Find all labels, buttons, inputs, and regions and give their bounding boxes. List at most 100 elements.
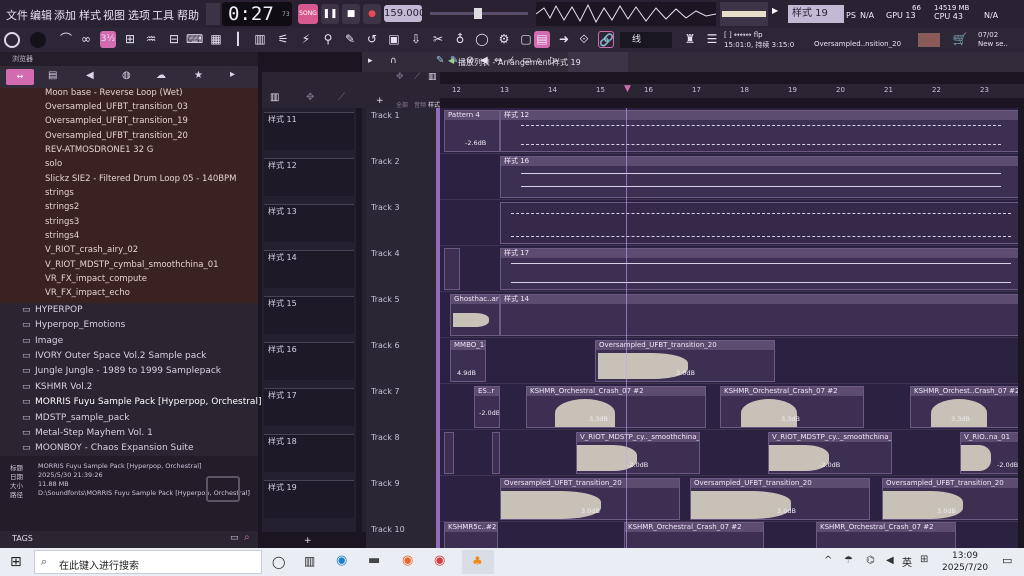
- file-item[interactable]: Moon base - Reverse Loop (Wet): [45, 88, 183, 98]
- browser-tab-project-icon[interactable]: ▤: [48, 70, 57, 81]
- magnet-icon[interactable]: ∩: [390, 56, 397, 66]
- clip[interactable]: MMBO_14 4.9dB: [450, 340, 486, 382]
- menu-file[interactable]: 文件: [6, 7, 28, 23]
- render-icon[interactable]: ⇩: [408, 31, 424, 48]
- folder-item[interactable]: KSHMR Vol.2: [35, 382, 92, 392]
- playlist-scrollbar[interactable]: [1018, 108, 1024, 548]
- folder-item[interactable]: Metal-Step Mayhem Vol. 1: [35, 428, 153, 438]
- record-button[interactable]: ●: [363, 4, 381, 24]
- file-item[interactable]: strings4: [45, 231, 79, 241]
- picker-pattern[interactable]: 样式 13: [264, 204, 354, 242]
- folder-item[interactable]: HYPERPOP: [35, 305, 83, 315]
- picker-pattern[interactable]: 样式 11: [264, 112, 354, 150]
- plugin-icon[interactable]: ⚡: [298, 31, 314, 48]
- chat-icon[interactable]: ◯: [474, 31, 490, 48]
- file-item[interactable]: strings3: [45, 217, 79, 227]
- stamp-icon[interactable]: ♜: [682, 31, 698, 48]
- cut-icon[interactable]: ✂: [430, 31, 446, 48]
- loop-record-icon[interactable]: ⊞: [122, 31, 138, 48]
- browser-tab-star-icon[interactable]: ★: [194, 70, 203, 81]
- channel-rack-icon[interactable]: ▥: [252, 31, 268, 48]
- playlist-play-icon[interactable]: ◀: [448, 56, 454, 65]
- link-icon[interactable]: 🔗: [598, 31, 614, 48]
- file-item[interactable]: strings2: [45, 202, 79, 212]
- tray-up-icon[interactable]: ^: [824, 555, 832, 566]
- picker-pattern[interactable]: 样式 17: [264, 388, 354, 426]
- ime-indicator[interactable]: 英: [902, 554, 912, 569]
- file-item[interactable]: REV-ATMOSDRONE1 32 G: [45, 145, 153, 155]
- save-icon[interactable]: ▣: [386, 31, 402, 48]
- news-text[interactable]: New se..: [978, 40, 1008, 48]
- file-item[interactable]: V_RIOT_MDSTP_cymbal_smoothchina_01: [45, 260, 219, 270]
- clip[interactable]: ES..r -2.0dB: [474, 386, 500, 428]
- clip[interactable]: 样式 14: [500, 294, 1024, 336]
- arrow-icon[interactable]: ✥: [306, 92, 314, 103]
- menu-add[interactable]: 添加: [54, 7, 76, 23]
- mixer-icon[interactable]: ⚟: [275, 31, 291, 48]
- file-item[interactable]: Oversampled_UFBT_transition_19: [45, 116, 188, 126]
- browser-tab-more-icon[interactable]: ▸: [230, 69, 252, 85]
- playlist-pattern[interactable]: 样式 19: [552, 57, 581, 68]
- clip[interactable]: V_RIO..na_01 -2.0dB: [960, 432, 1024, 474]
- master-pitch-slider[interactable]: [430, 8, 528, 19]
- track-lane[interactable]: [440, 430, 1024, 476]
- piano-roll-icon[interactable]: ┃: [230, 31, 246, 48]
- prev-pattern-icon[interactable]: ▶: [772, 6, 782, 22]
- snap-toggle-button[interactable]: ▤: [534, 31, 550, 48]
- folder-item[interactable]: Jungle Jungle - 1989 to 1999 Samplepack: [35, 366, 221, 376]
- pattern-selector[interactable]: 样式 19: [788, 5, 844, 23]
- browser-tab-all[interactable]: ↔: [6, 69, 34, 85]
- clock-time[interactable]: 13:09: [952, 551, 978, 561]
- folder-item[interactable]: Image: [35, 336, 63, 346]
- track-name[interactable]: Track 10: [371, 525, 405, 534]
- track-name[interactable]: Track 4: [371, 249, 400, 258]
- zoom-icon[interactable]: ⟐: [576, 31, 592, 48]
- arrow-right-icon[interactable]: ➜: [556, 31, 572, 48]
- track-name[interactable]: Track 5: [371, 295, 400, 304]
- edge-icon[interactable]: ◉: [336, 553, 347, 568]
- pattern-song-toggle[interactable]: SONG: [298, 4, 318, 24]
- add-folder-icon[interactable]: [206, 476, 240, 502]
- picker-scrollbar[interactable]: [356, 108, 362, 532]
- stop-button[interactable]: ■: [342, 4, 360, 24]
- clip[interactable]: Oversampled_UFBT_transition_20 3.0dB: [595, 340, 775, 382]
- clip[interactable]: [492, 432, 500, 474]
- output-icon[interactable]: [918, 33, 940, 47]
- step-edit-icon[interactable]: ♒: [143, 31, 159, 48]
- chrome-icon[interactable]: ◉: [434, 553, 445, 568]
- file-item[interactable]: solo: [45, 159, 62, 169]
- folder-item[interactable]: MOONBOY - Chaos Expansion Suite: [35, 443, 194, 453]
- file-item[interactable]: Slickz SIE2 - Filtered Drum Loop 05 - 14…: [45, 174, 237, 184]
- clip[interactable]: 样式 17: [500, 248, 1024, 290]
- tempo-display[interactable]: 159.000: [384, 5, 425, 22]
- folder-icon[interactable]: ▭: [230, 533, 239, 543]
- search-icon[interactable]: ⌕: [244, 532, 250, 543]
- clip[interactable]: Ghosthac..ar: [450, 294, 500, 336]
- mic-icon[interactable]: ♁: [452, 31, 468, 48]
- menu-options[interactable]: 选项: [128, 7, 150, 23]
- picker-pattern[interactable]: 样式 14: [264, 250, 354, 288]
- typing-keyboard-icon[interactable]: ⌨: [186, 31, 203, 48]
- clip[interactable]: Oversampled_UFBT_transition_20 3.0dB: [500, 478, 680, 520]
- piano-icon[interactable]: ▥: [270, 92, 279, 103]
- firefox-icon[interactable]: ◉: [402, 553, 413, 568]
- timeline-ruler[interactable]: 12 13 14 15 16 17 18 19 20 21 22 23 ▼: [440, 84, 1024, 98]
- collapse-icon[interactable]: ⟋: [414, 72, 420, 82]
- clip[interactable]: 样式 12: [500, 110, 1024, 152]
- metronome-icon[interactable]: ∞: [78, 31, 94, 48]
- expand-icon[interactable]: ✥: [396, 72, 404, 82]
- clip[interactable]: [500, 202, 1024, 244]
- folder-item[interactable]: IVORY Outer Space Vol.2 Sample pack: [35, 351, 206, 361]
- blend-notes-icon[interactable]: ⊟: [166, 31, 182, 48]
- track-name[interactable]: Track 9: [371, 479, 400, 488]
- playhead-marker-icon[interactable]: ▼: [624, 84, 631, 94]
- countdown-button[interactable]: 3½: [100, 31, 116, 48]
- pause-button[interactable]: ❚❚: [321, 4, 339, 24]
- tempo-tapper-icon[interactable]: ⚲: [320, 31, 336, 48]
- menu-pattern[interactable]: 样式: [79, 7, 101, 23]
- widgets-icon[interactable]: ▥: [304, 554, 315, 568]
- picker-pattern[interactable]: 样式 16: [264, 342, 354, 380]
- clip[interactable]: KSHMR_Orchestral_Crash_07 #2 3.3dB: [526, 386, 706, 428]
- notification-icon[interactable]: ▭: [1002, 554, 1012, 567]
- clip[interactable]: KSHMR_Orchestral_Crash_07 #2 3.3dB: [720, 386, 864, 428]
